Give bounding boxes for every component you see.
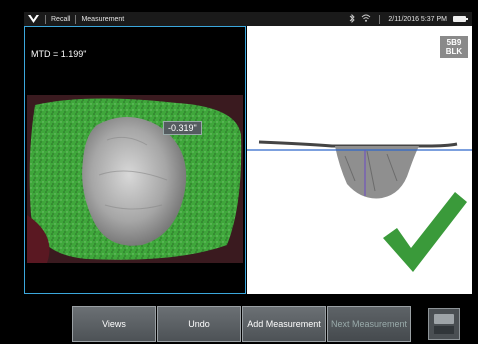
3d-profile-view[interactable]: 5B9 BLK	[247, 26, 472, 294]
divider	[75, 14, 77, 24]
live-image-view[interactable]: MTD = 1.199" -0.319"	[24, 26, 246, 294]
divider	[379, 14, 381, 24]
v-logo-icon[interactable]	[26, 12, 40, 26]
bottom-toolbar: Views Undo Add Measurement Next Measurem…	[0, 294, 478, 344]
badge-line2: BLK	[445, 47, 463, 56]
datetime: 2/11/2016 5:37 PM	[388, 15, 447, 23]
inspection-screen: Recall Measurement 2/11/2016 5:37 PM MTD…	[0, 0, 478, 344]
green-checkmark-icon	[383, 192, 467, 272]
measurement-overlay-image	[27, 95, 243, 263]
layout-toggle-button[interactable]	[428, 308, 460, 340]
layout-toggle-icon	[434, 314, 454, 324]
divider	[45, 14, 46, 24]
recall-link[interactable]: Recall	[51, 16, 70, 23]
mtd-readout: MTD = 1.199"	[31, 49, 87, 59]
next-measurement-button[interactable]: Next Measurement	[327, 306, 411, 342]
probe-badge: 5B9 BLK	[440, 36, 468, 58]
wifi-icon	[361, 14, 371, 24]
depth-value-tag[interactable]: -0.319"	[163, 121, 202, 135]
status-bar: Recall Measurement 2/11/2016 5:37 PM	[24, 12, 472, 26]
measurement-mode-label: Measurement	[81, 15, 125, 23]
add-measurement-button[interactable]: Add Measurement	[242, 306, 326, 342]
battery-icon	[453, 16, 468, 22]
badge-line1: 5B9	[446, 38, 462, 47]
bluetooth-icon	[349, 13, 355, 25]
undo-button[interactable]: Undo	[157, 306, 241, 342]
views-button[interactable]: Views	[72, 306, 156, 342]
